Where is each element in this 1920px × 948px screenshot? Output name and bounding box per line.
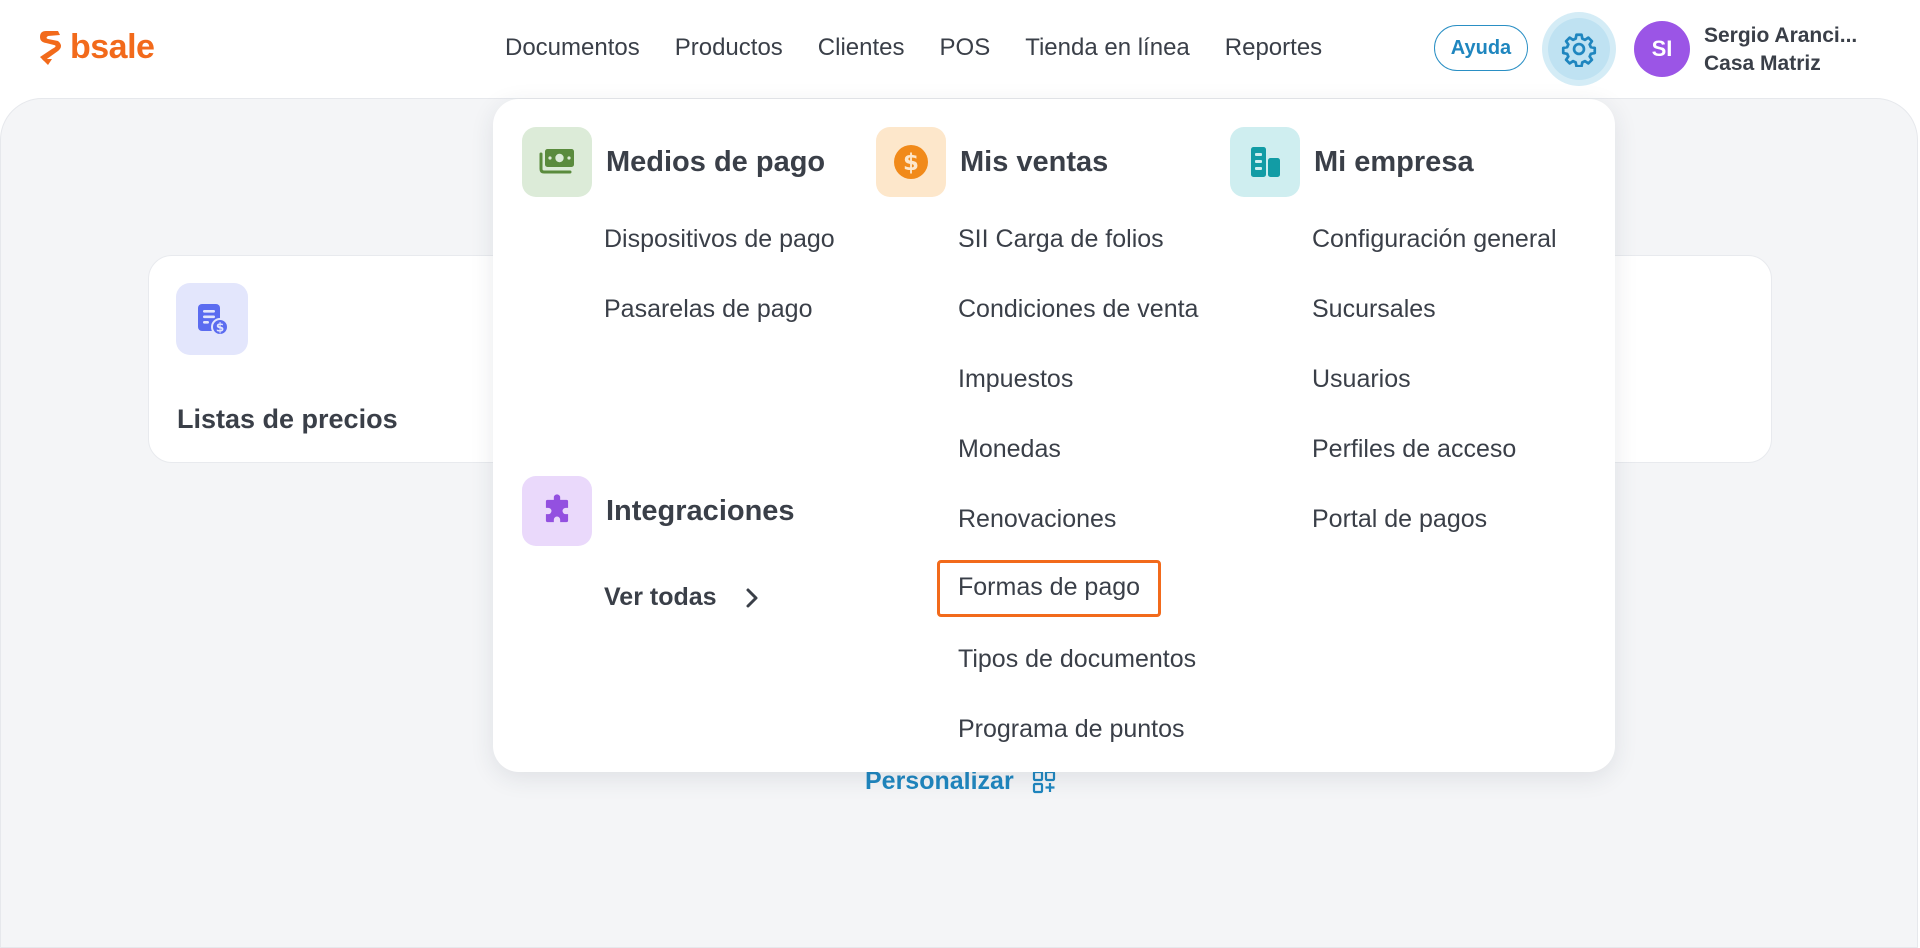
section-sales: $ Mis ventas [876,127,1108,197]
nav-productos[interactable]: Productos [675,34,783,62]
dollar-coin-icon: $ [876,127,946,197]
logo-text: bsale [70,28,155,66]
menu-item-pasarelas-de-pago[interactable]: Pasarelas de pago [604,295,812,324]
section-title-integrations: Integraciones [606,494,795,527]
see-all-label: Ver todas [604,583,717,611]
user-name: Sergio Aranci... [1704,24,1858,47]
menu-item-configuracion-general[interactable]: Configuración general [1312,225,1557,254]
dollar-coin-glyph: $ [894,145,928,179]
menu-item-dispositivos-de-pago[interactable]: Dispositivos de pago [604,225,835,254]
section-integrations: Integraciones [522,476,795,546]
settings-button-inner [1548,18,1610,80]
section-title-company: Mi empresa [1314,145,1474,178]
chevron-right-icon [746,588,758,607]
menu-item-tipos-de-documentos[interactable]: Tipos de documentos [958,645,1196,674]
menu-item-formas-de-pago[interactable]: Formas de pago [937,560,1162,617]
help-button[interactable]: Ayuda [1434,25,1528,71]
section-company: Mi empresa [1230,127,1474,197]
section-title-payment: Medios de pago [606,145,826,178]
nav-documentos[interactable]: Documentos [505,34,640,62]
buildings-icon [1230,127,1300,197]
bsale-logo[interactable]: bsale [38,28,155,67]
menu-item-sucursales[interactable]: Sucursales [1312,295,1436,324]
bsale-mark-icon [40,30,61,65]
menu-item-monedas[interactable]: Monedas [958,435,1061,464]
menu-item-renovaciones[interactable]: Renovaciones [958,505,1116,534]
card-title: Listas de precios [177,404,398,434]
settings-dropdown: Medios de pago Dispositivos de pago Pasa… [493,99,1615,772]
main-nav: Documentos Productos Clientes POS Tienda… [505,34,1357,62]
section-title-sales: Mis ventas [960,145,1109,178]
nav-pos[interactable]: POS [940,34,991,62]
puzzle-icon [522,476,592,546]
user-branch: Casa Matriz [1704,52,1821,75]
nav-reportes[interactable]: Reportes [1225,34,1322,62]
qr-add-icon [1032,770,1055,793]
money-glyph [539,149,574,174]
price-list-icon: $ [176,283,248,355]
top-bar: bsale Documentos Productos Clientes POS … [0,0,1920,98]
price-list-glyph: $ [198,304,229,336]
see-all-integrations-link[interactable]: Ver todas [604,583,759,612]
settings-button[interactable] [1542,12,1616,86]
puzzle-glyph [545,494,569,523]
menu-item-perfiles-de-acceso[interactable]: Perfiles de acceso [1312,435,1516,464]
menu-item-portal-de-pagos[interactable]: Portal de pagos [1312,505,1487,534]
svg-text:$: $ [903,150,919,176]
gear-icon [1561,33,1597,67]
svg-text:$: $ [216,321,224,335]
menu-item-sii-carga-de-folios[interactable]: SII Carga de folios [958,225,1164,254]
buildings-glyph [1251,147,1280,177]
menu-item-usuarios[interactable]: Usuarios [1312,365,1411,394]
menu-item-condiciones-de-venta[interactable]: Condiciones de venta [958,295,1198,324]
menu-item-programa-de-puntos[interactable]: Programa de puntos [958,715,1185,744]
nav-clientes[interactable]: Clientes [818,34,905,62]
user-info[interactable]: Sergio Aranci... Casa Matriz [1704,22,1857,78]
section-payment: Medios de pago [522,127,825,197]
avatar[interactable]: SI [1634,21,1690,77]
nav-tienda-en-linea[interactable]: Tienda en línea [1025,34,1190,62]
money-icon [522,127,592,197]
menu-item-impuestos[interactable]: Impuestos [958,365,1073,394]
